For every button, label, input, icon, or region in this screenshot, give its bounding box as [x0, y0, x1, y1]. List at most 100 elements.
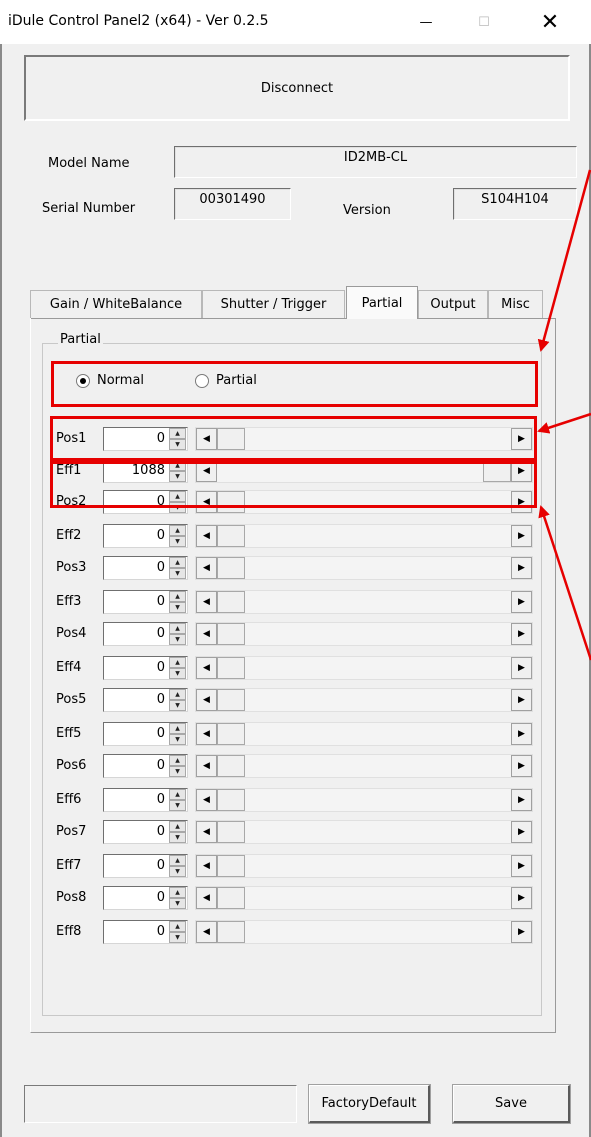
pos5-scroll-left-icon[interactable]: ◀ — [196, 689, 217, 711]
pos4-scroll-left-icon[interactable]: ◀ — [196, 623, 217, 645]
eff4-scroll-left-icon[interactable]: ◀ — [196, 657, 217, 679]
eff5-spin-up-icon[interactable]: ▲ — [169, 723, 186, 734]
eff7-scrollbar[interactable]: ◀ ▶ — [195, 854, 533, 878]
factory-default-button[interactable]: FactoryDefault — [308, 1084, 431, 1124]
eff6-scrollbar[interactable]: ◀ ▶ — [195, 788, 533, 812]
pos7-scrollbar[interactable]: ◀ ▶ — [195, 820, 533, 844]
eff5-spin-input[interactable]: 0 ▲ ▼ — [103, 722, 188, 746]
eff7-spin-up-icon[interactable]: ▲ — [169, 855, 186, 866]
eff8-scroll-right-icon[interactable]: ▶ — [511, 921, 532, 943]
pos6-spin-up-icon[interactable]: ▲ — [169, 755, 186, 766]
pos7-spin-input[interactable]: 0 ▲ ▼ — [103, 820, 188, 844]
pos6-spin-input[interactable]: 0 ▲ ▼ — [103, 754, 188, 778]
eff8-scrollbar[interactable]: ◀ ▶ — [195, 920, 533, 944]
tab-shutter-trigger[interactable]: Shutter / Trigger — [202, 290, 345, 318]
eff7-spin-input[interactable]: 0 ▲ ▼ — [103, 854, 188, 878]
eff2-spin-input[interactable]: 0 ▲ ▼ — [103, 524, 188, 548]
pos3-scroll-left-icon[interactable]: ◀ — [196, 557, 217, 579]
pos6-spin-down-icon[interactable]: ▼ — [169, 766, 186, 777]
title-bar[interactable]: iDule Control Panel2 (x64) - Ver 0.2.5 —… — [0, 0, 591, 44]
pos5-scrollbar[interactable]: ◀ ▶ — [195, 688, 533, 712]
pos5-spin-input[interactable]: 0 ▲ ▼ — [103, 688, 188, 712]
pos3-scroll-right-icon[interactable]: ▶ — [511, 557, 532, 579]
eff6-spin-down-icon[interactable]: ▼ — [169, 800, 186, 811]
eff5-scrollbar[interactable]: ◀ ▶ — [195, 722, 533, 746]
close-button[interactable]: ✕ — [520, 0, 580, 44]
pos4-spin-input[interactable]: 0 ▲ ▼ — [103, 622, 188, 646]
eff5-spin-down-icon[interactable]: ▼ — [169, 734, 186, 745]
eff6-scroll-right-icon[interactable]: ▶ — [511, 789, 532, 811]
eff8-scroll-thumb[interactable] — [217, 921, 245, 943]
pos3-scrollbar[interactable]: ◀ ▶ — [195, 556, 533, 580]
minimize-button[interactable]: — — [396, 0, 456, 44]
pos8-spin-down-icon[interactable]: ▼ — [169, 898, 186, 909]
eff3-scrollbar[interactable]: ◀ ▶ — [195, 590, 533, 614]
eff6-spin-input[interactable]: 0 ▲ ▼ — [103, 788, 188, 812]
pos4-scrollbar[interactable]: ◀ ▶ — [195, 622, 533, 646]
pos7-spin-up-icon[interactable]: ▲ — [169, 821, 186, 832]
pos6-scroll-thumb[interactable] — [217, 755, 245, 777]
eff5-scroll-left-icon[interactable]: ◀ — [196, 723, 217, 745]
eff2-scroll-right-icon[interactable]: ▶ — [511, 525, 532, 547]
save-button[interactable]: Save — [452, 1084, 571, 1124]
pos8-scroll-thumb[interactable] — [217, 887, 245, 909]
pos4-spin-down-icon[interactable]: ▼ — [169, 634, 186, 645]
eff2-spin-down-icon[interactable]: ▼ — [169, 536, 186, 547]
pos3-spin-up-icon[interactable]: ▲ — [169, 557, 186, 568]
pos5-scroll-thumb[interactable] — [217, 689, 245, 711]
disconnect-button[interactable]: Disconnect — [24, 55, 570, 121]
tab-output[interactable]: Output — [418, 290, 488, 318]
pos5-spin-down-icon[interactable]: ▼ — [169, 700, 186, 711]
pos7-scroll-right-icon[interactable]: ▶ — [511, 821, 532, 843]
eff2-scroll-left-icon[interactable]: ◀ — [196, 525, 217, 547]
eff2-scrollbar[interactable]: ◀ ▶ — [195, 524, 533, 548]
eff4-scroll-thumb[interactable] — [217, 657, 245, 679]
eff6-scroll-left-icon[interactable]: ◀ — [196, 789, 217, 811]
pos6-scroll-right-icon[interactable]: ▶ — [511, 755, 532, 777]
eff3-spin-up-icon[interactable]: ▲ — [169, 591, 186, 602]
eff7-scroll-thumb[interactable] — [217, 855, 245, 877]
eff3-scroll-left-icon[interactable]: ◀ — [196, 591, 217, 613]
pos7-scroll-thumb[interactable] — [217, 821, 245, 843]
pos6-scrollbar[interactable]: ◀ ▶ — [195, 754, 533, 778]
eff4-spin-up-icon[interactable]: ▲ — [169, 657, 186, 668]
pos8-scroll-right-icon[interactable]: ▶ — [511, 887, 532, 909]
pos8-scrollbar[interactable]: ◀ ▶ — [195, 886, 533, 910]
pos5-scroll-right-icon[interactable]: ▶ — [511, 689, 532, 711]
pos7-scroll-left-icon[interactable]: ◀ — [196, 821, 217, 843]
eff8-spin-down-icon[interactable]: ▼ — [169, 932, 186, 943]
eff5-scroll-thumb[interactable] — [217, 723, 245, 745]
eff4-scroll-right-icon[interactable]: ▶ — [511, 657, 532, 679]
eff7-spin-down-icon[interactable]: ▼ — [169, 866, 186, 877]
eff4-scrollbar[interactable]: ◀ ▶ — [195, 656, 533, 680]
eff8-spin-input[interactable]: 0 ▲ ▼ — [103, 920, 188, 944]
eff3-spin-input[interactable]: 0 ▲ ▼ — [103, 590, 188, 614]
tab-gain-whitebalance[interactable]: Gain / WhiteBalance — [30, 290, 202, 318]
pos6-scroll-left-icon[interactable]: ◀ — [196, 755, 217, 777]
pos4-scroll-thumb[interactable] — [217, 623, 245, 645]
pos3-scroll-thumb[interactable] — [217, 557, 245, 579]
eff8-scroll-left-icon[interactable]: ◀ — [196, 921, 217, 943]
pos8-spin-input[interactable]: 0 ▲ ▼ — [103, 886, 188, 910]
eff3-scroll-thumb[interactable] — [217, 591, 245, 613]
eff2-spin-up-icon[interactable]: ▲ — [169, 525, 186, 536]
eff5-scroll-right-icon[interactable]: ▶ — [511, 723, 532, 745]
eff3-scroll-right-icon[interactable]: ▶ — [511, 591, 532, 613]
eff4-spin-down-icon[interactable]: ▼ — [169, 668, 186, 679]
eff8-spin-up-icon[interactable]: ▲ — [169, 921, 186, 932]
eff2-scroll-thumb[interactable] — [217, 525, 245, 547]
eff7-scroll-left-icon[interactable]: ◀ — [196, 855, 217, 877]
pos4-scroll-right-icon[interactable]: ▶ — [511, 623, 532, 645]
eff6-scroll-thumb[interactable] — [217, 789, 245, 811]
pos4-spin-up-icon[interactable]: ▲ — [169, 623, 186, 634]
pos3-spin-down-icon[interactable]: ▼ — [169, 568, 186, 579]
tab-misc[interactable]: Misc — [488, 290, 543, 318]
eff3-spin-down-icon[interactable]: ▼ — [169, 602, 186, 613]
pos8-spin-up-icon[interactable]: ▲ — [169, 887, 186, 898]
eff4-spin-input[interactable]: 0 ▲ ▼ — [103, 656, 188, 680]
eff7-scroll-right-icon[interactable]: ▶ — [511, 855, 532, 877]
eff6-spin-up-icon[interactable]: ▲ — [169, 789, 186, 800]
pos7-spin-down-icon[interactable]: ▼ — [169, 832, 186, 843]
pos5-spin-up-icon[interactable]: ▲ — [169, 689, 186, 700]
pos3-spin-input[interactable]: 0 ▲ ▼ — [103, 556, 188, 580]
